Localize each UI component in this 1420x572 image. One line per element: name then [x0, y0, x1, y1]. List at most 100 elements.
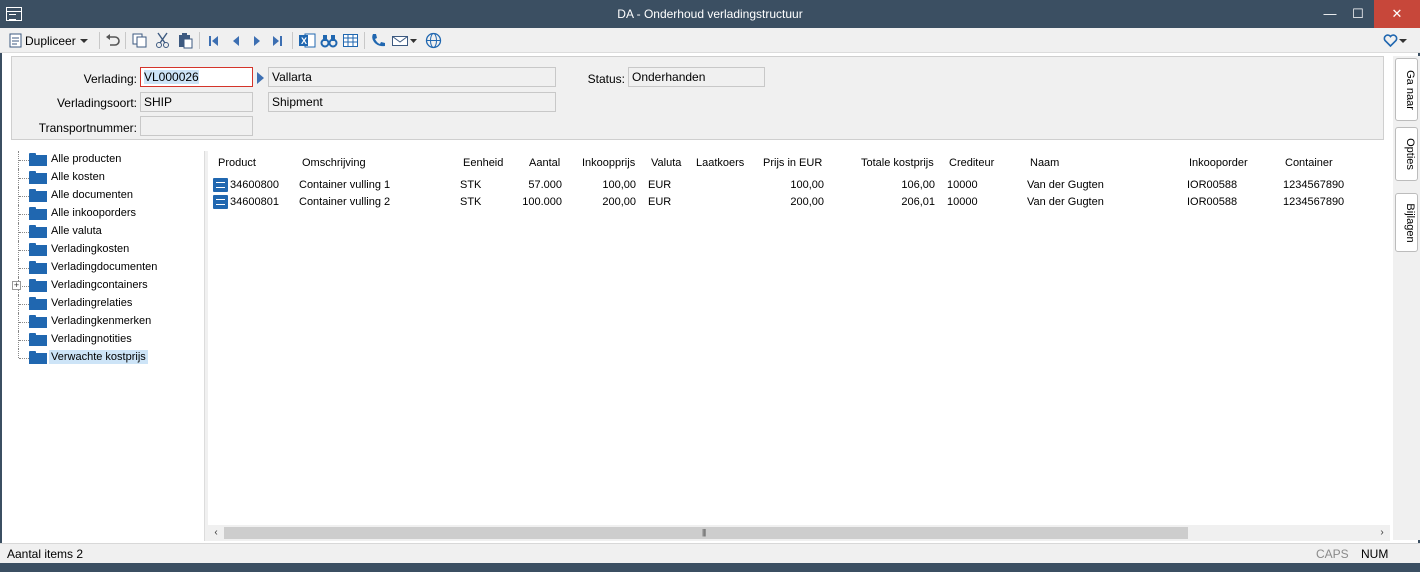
tree-item-verladingnotities[interactable]: Verladingnotities [8, 331, 205, 349]
cell-valuta: EUR [648, 196, 672, 208]
tree-item-label: Alle documenten [51, 189, 133, 201]
tree-item-alle-documenten[interactable]: Alle documenten [8, 187, 205, 205]
cell-product: 34600800 [230, 179, 279, 191]
column-header-inkoopprijs[interactable]: Inkoopprijs [582, 157, 635, 169]
cell-inkoopprijs: 100,00 [602, 179, 636, 191]
column-header-laatkoers[interactable]: Laatkoers [696, 157, 744, 169]
binoculars-icon [320, 35, 338, 48]
table-view-button[interactable] [342, 31, 359, 50]
tab-opties[interactable]: Opties [1395, 127, 1418, 181]
column-header-totale-kostprijs[interactable]: Totale kostprijs [861, 157, 934, 169]
verladingssoort-field[interactable]: SHIP [140, 92, 253, 112]
column-header-inkooporder[interactable]: Inkooporder [1189, 157, 1248, 169]
duplicate-button[interactable]: Dupliceer [9, 31, 89, 50]
cell-aantal: 57.000 [528, 179, 562, 191]
expand-icon[interactable]: + [12, 281, 21, 290]
items-count: Aantal items 2 [7, 547, 84, 561]
scroll-left-arrow-icon[interactable]: ‹ [208, 525, 224, 541]
status-label: Status: [587, 72, 625, 86]
scrollbar-thumb[interactable] [224, 527, 1188, 539]
cell-totale-kostprijs: 106,00 [901, 179, 935, 191]
tree-item-alle-inkooporders[interactable]: Alle inkooporders [8, 205, 205, 223]
folder-icon [29, 243, 47, 256]
record-header: Verlading: VL000026 Vallarta Verladingso… [11, 56, 1384, 140]
phone-button[interactable] [370, 31, 386, 50]
side-tab-strip: Ga naar Opties Bijlagen [1393, 56, 1420, 540]
column-header-product[interactable]: Product [218, 157, 256, 169]
column-header-crediteur[interactable]: Crediteur [949, 157, 994, 169]
cell-crediteur: 10000 [947, 196, 978, 208]
caps-indicator: CAPS [1316, 547, 1349, 561]
cell-valuta: EUR [648, 179, 672, 191]
tab-opties-label: Opties [1404, 138, 1416, 170]
num-indicator: NUM [1361, 547, 1389, 561]
table-row[interactable]: 34600801 Container vulling 2 STK 100.000… [208, 194, 1390, 211]
tree-item-alle-producten[interactable]: Alle producten [8, 151, 205, 169]
mail-button[interactable] [391, 31, 418, 50]
window-frame-left [0, 28, 2, 563]
lookup-arrow-icon[interactable] [257, 72, 264, 84]
column-header-eenheid[interactable]: Eenheid [463, 157, 503, 169]
tree-item-label: Verladingcontainers [51, 279, 148, 291]
column-header-omschrijving[interactable]: Omschrijving [302, 157, 366, 169]
duplicate-label: Dupliceer [25, 33, 76, 48]
copy-icon [132, 33, 147, 48]
horizontal-scrollbar[interactable]: ‹ ||| › [208, 525, 1390, 541]
previous-record-button[interactable] [229, 31, 243, 50]
tree-item-verladingrelaties[interactable]: Verladingrelaties [8, 295, 205, 313]
undo-button[interactable] [104, 31, 121, 50]
column-header-prijs-in-eur[interactable]: Prijs in EUR [763, 157, 822, 169]
cell-aantal: 100.000 [522, 196, 562, 208]
column-header-naam[interactable]: Naam [1030, 157, 1059, 169]
folder-icon [29, 171, 47, 184]
maximize-button[interactable]: ☐ [1342, 0, 1374, 28]
tab-bijlagen[interactable]: Bijlagen [1395, 193, 1418, 252]
tree-item-verladingdocumenten[interactable]: Verladingdocumenten [8, 259, 205, 277]
cut-button[interactable] [154, 31, 171, 50]
cell-eenheid: STK [460, 196, 482, 208]
folder-icon [29, 297, 47, 310]
cell-product: 34600801 [230, 196, 279, 208]
first-record-button[interactable] [206, 31, 220, 50]
tree-item-label: Verwachte kostprijs [49, 350, 148, 364]
transportnummer-field[interactable] [140, 116, 253, 136]
scrollbar-grip-icon: ||| [702, 528, 706, 537]
tree-item-label: Verladingkosten [51, 243, 130, 255]
favorite-heart-icon [1383, 34, 1398, 48]
column-header-valuta[interactable]: Valuta [651, 157, 681, 169]
next-record-button[interactable] [250, 31, 264, 50]
copy-button[interactable] [131, 31, 148, 50]
globe-icon [425, 32, 442, 49]
excel-export-button[interactable]: X [298, 31, 316, 50]
toolbar: Dupliceer X [0, 28, 1420, 53]
verlading-description: Vallarta [268, 67, 556, 87]
column-header-container[interactable]: Container [1285, 157, 1333, 169]
search-button[interactable] [320, 31, 338, 50]
tree-item-alle-valuta[interactable]: Alle valuta [8, 223, 205, 241]
status-field: Onderhanden [628, 67, 765, 87]
tree-item-verwachte-kostprijs[interactable]: Verwachte kostprijs [8, 349, 205, 367]
last-record-button[interactable] [271, 31, 285, 50]
table-row[interactable]: 34600800 Container vulling 1 STK 57.000 … [208, 177, 1390, 194]
verlading-input[interactable]: VL000026 [140, 67, 253, 87]
close-button[interactable]: ✕ [1374, 0, 1420, 28]
favorites-button[interactable] [1383, 31, 1408, 50]
tree-item-verladingkosten[interactable]: Verladingkosten [8, 241, 205, 259]
tree-item-alle-kosten[interactable]: Alle kosten [8, 169, 205, 187]
column-header-aantal[interactable]: Aantal [529, 157, 560, 169]
cell-omschrijving: Container vulling 2 [299, 196, 391, 208]
tab-bijlagen-label: Bijlagen [1404, 202, 1416, 243]
tree-item-verladingcontainers[interactable]: + Verladingcontainers [8, 277, 205, 295]
scroll-right-arrow-icon[interactable]: › [1374, 525, 1390, 541]
cell-container: 1234567890 [1283, 196, 1345, 208]
verlading-label: Verlading: [83, 72, 137, 86]
tab-ga-naar[interactable]: Ga naar [1395, 58, 1418, 121]
paste-button[interactable] [177, 31, 194, 50]
navigation-tree: Alle producten Alle kosten Alle document… [8, 151, 205, 541]
window-frame-bottom [0, 563, 1420, 572]
undo-icon [106, 34, 120, 46]
folder-icon [29, 207, 47, 220]
web-button[interactable] [425, 31, 442, 50]
toolbar-separator [364, 32, 365, 49]
tree-item-verladingkenmerken[interactable]: Verladingkenmerken [8, 313, 205, 331]
